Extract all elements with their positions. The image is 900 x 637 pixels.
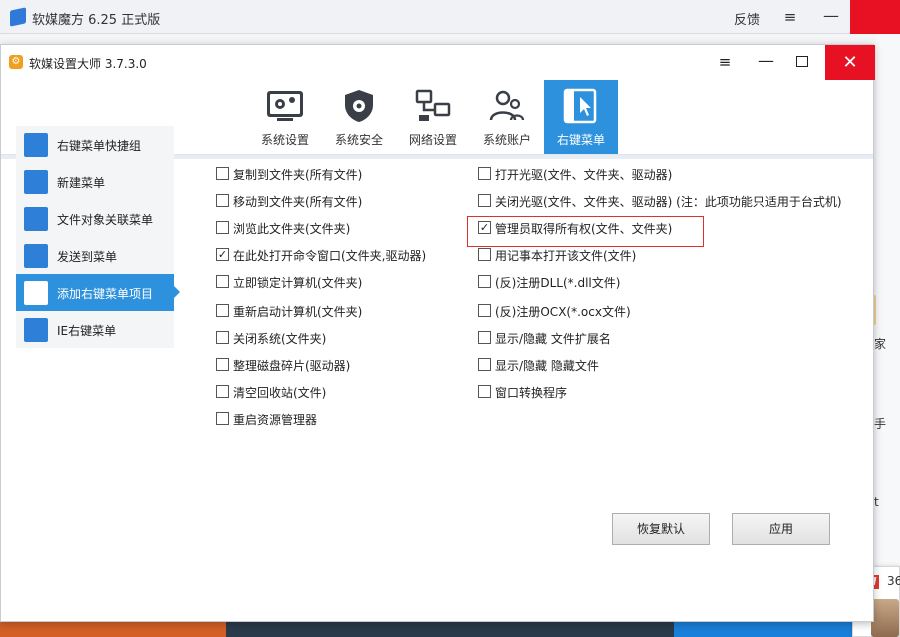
- option-label[interactable]: 浏览此文件夹(文件夹): [233, 220, 350, 237]
- checkbox[interactable]: [478, 304, 491, 317]
- sidebar-item-new-menu[interactable]: 新建菜单: [16, 163, 174, 200]
- sidebar-item-label: 右键菜单快捷组: [57, 139, 142, 153]
- notification-number: 36: [887, 574, 900, 588]
- checkbox[interactable]: [216, 412, 229, 425]
- background-app-titlebar: 软媒魔方 6.25 正式版 反馈 ≡ —: [0, 0, 900, 34]
- close-button[interactable]: ✕: [825, 45, 875, 80]
- checkbox[interactable]: [216, 331, 229, 344]
- restore-default-button[interactable]: 恢复默认: [612, 513, 710, 545]
- sidebar-item-ie-menu[interactable]: IE右键菜单: [16, 311, 174, 348]
- tab-system-accounts[interactable]: 系统账户: [470, 80, 544, 154]
- minimize-icon[interactable]: —: [756, 53, 776, 71]
- option-label[interactable]: 复制到文件夹(所有文件): [233, 166, 362, 183]
- taskbar-segment: [226, 622, 674, 637]
- sidebar-item-label: 新建菜单: [57, 176, 106, 190]
- main-tabs: 系统设置 系统安全 网络设置 系统账户 右键菜单: [248, 80, 618, 154]
- sidebar: 右键菜单快捷组 新建菜单 文件对象关联菜单 发送到菜单 添加右键菜单项目 IE右…: [16, 126, 180, 348]
- checkbox[interactable]: [478, 358, 491, 371]
- app-logo-icon: [10, 7, 26, 27]
- maximize-icon[interactable]: [796, 56, 808, 67]
- option-label[interactable]: 打开光驱(文件、文件夹、驱动器): [495, 166, 672, 183]
- option-label[interactable]: 在此处打开命令窗口(文件夹,驱动器): [233, 247, 426, 264]
- option-label[interactable]: 清空回收站(文件): [233, 384, 326, 401]
- checkbox[interactable]: [216, 358, 229, 371]
- sidebar-item-label: IE右键菜单: [57, 324, 117, 338]
- checkbox[interactable]: [478, 248, 491, 261]
- sidebar-item-add-context-item[interactable]: 添加右键菜单项目: [16, 274, 180, 311]
- taskbar-segment: [0, 622, 226, 637]
- feedback-link[interactable]: 反馈: [734, 9, 760, 28]
- tab-label: 系统设置: [260, 133, 309, 147]
- sidebar-item-send-to[interactable]: 发送到菜单: [16, 237, 174, 274]
- tab-label: 右键菜单: [556, 133, 605, 147]
- window-titlebar: ⚙ 软媒设置大师 3.7.3.0 ≡ — ✕: [1, 45, 875, 80]
- option-label[interactable]: 关闭光驱(文件、文件夹、驱动器) (注：此项功能只适用于台式机): [495, 193, 842, 210]
- background-app-title: 软媒魔方 6.25 正式版: [32, 13, 161, 28]
- background-text-fragment: 家: [874, 337, 887, 351]
- menu-icon[interactable]: ≡: [715, 53, 735, 71]
- window-title: 软媒设置大师 3.7.3.0: [29, 57, 147, 71]
- sidebar-item-shortcut-group[interactable]: 右键菜单快捷组: [16, 126, 174, 163]
- ie-icon: [24, 318, 48, 342]
- option-label[interactable]: 移动到文件夹(所有文件): [233, 193, 362, 210]
- option-label[interactable]: 整理磁盘碎片(驱动器): [233, 357, 350, 374]
- sidebar-item-label: 添加右键菜单项目: [57, 287, 154, 301]
- tab-context-menu[interactable]: 右键菜单: [544, 80, 618, 154]
- send-to-icon: [24, 244, 48, 268]
- background-minimize-icon[interactable]: —: [822, 7, 840, 25]
- checkbox[interactable]: [216, 304, 229, 317]
- highlight-annotation: [467, 216, 704, 247]
- option-label[interactable]: 立即锁定计算机(文件夹): [233, 274, 362, 291]
- checkbox[interactable]: [216, 167, 229, 180]
- menu-group-icon: [24, 133, 48, 157]
- option-label[interactable]: 用记事本打开该文件(文件): [495, 247, 636, 264]
- add-icon: [24, 281, 48, 305]
- checkbox-checked[interactable]: ✓: [216, 248, 229, 261]
- sidebar-item-label: 发送到菜单: [57, 250, 118, 264]
- option-label[interactable]: 关闭系统(文件夹): [233, 330, 326, 347]
- background-menu-icon[interactable]: ≡: [781, 9, 799, 25]
- checkbox[interactable]: [478, 385, 491, 398]
- sidebar-item-label: 文件对象关联菜单: [57, 213, 154, 227]
- background-close-button[interactable]: [850, 0, 900, 34]
- sidebar-item-file-association[interactable]: 文件对象关联菜单: [16, 200, 174, 237]
- checkbox[interactable]: [216, 221, 229, 234]
- background-text-fragment: t: [874, 495, 879, 509]
- tab-network-settings[interactable]: 网络设置: [396, 80, 470, 154]
- option-label[interactable]: (反)注册OCX(*.ocx文件): [495, 303, 631, 320]
- checkbox[interactable]: [216, 385, 229, 398]
- checkbox[interactable]: [478, 331, 491, 344]
- users-icon: [489, 90, 525, 121]
- checkbox[interactable]: [216, 275, 229, 288]
- network-icon: [415, 89, 451, 121]
- app-gear-icon: ⚙: [9, 55, 23, 69]
- option-label[interactable]: 显示/隐藏 隐藏文件: [495, 357, 599, 374]
- list-icon: [24, 207, 48, 231]
- tab-system-security[interactable]: 系统安全: [322, 80, 396, 154]
- checkbox[interactable]: [478, 194, 491, 207]
- cursor-icon: [563, 88, 597, 124]
- apply-button[interactable]: 应用: [732, 513, 830, 545]
- option-label[interactable]: (反)注册DLL(*.dll文件): [495, 274, 620, 291]
- option-label[interactable]: 显示/隐藏 文件扩展名: [495, 330, 611, 347]
- shield-icon: [345, 90, 373, 122]
- tab-label: 系统安全: [334, 133, 383, 147]
- checkbox[interactable]: [478, 275, 491, 288]
- background-text-fragment: 手: [874, 417, 887, 431]
- option-label[interactable]: 重新启动计算机(文件夹): [233, 303, 362, 320]
- checkbox[interactable]: [216, 194, 229, 207]
- tab-label: 网络设置: [408, 133, 457, 147]
- option-label[interactable]: 重启资源管理器: [233, 411, 317, 428]
- option-label[interactable]: 窗口转换程序: [495, 384, 567, 401]
- tab-label: 系统账户: [482, 133, 531, 147]
- system-settings-icon: [267, 91, 303, 121]
- tab-system-settings[interactable]: 系统设置: [248, 80, 322, 154]
- checkbox[interactable]: [478, 167, 491, 180]
- new-menu-icon: [24, 170, 48, 194]
- notification-thumbnail: [871, 599, 899, 637]
